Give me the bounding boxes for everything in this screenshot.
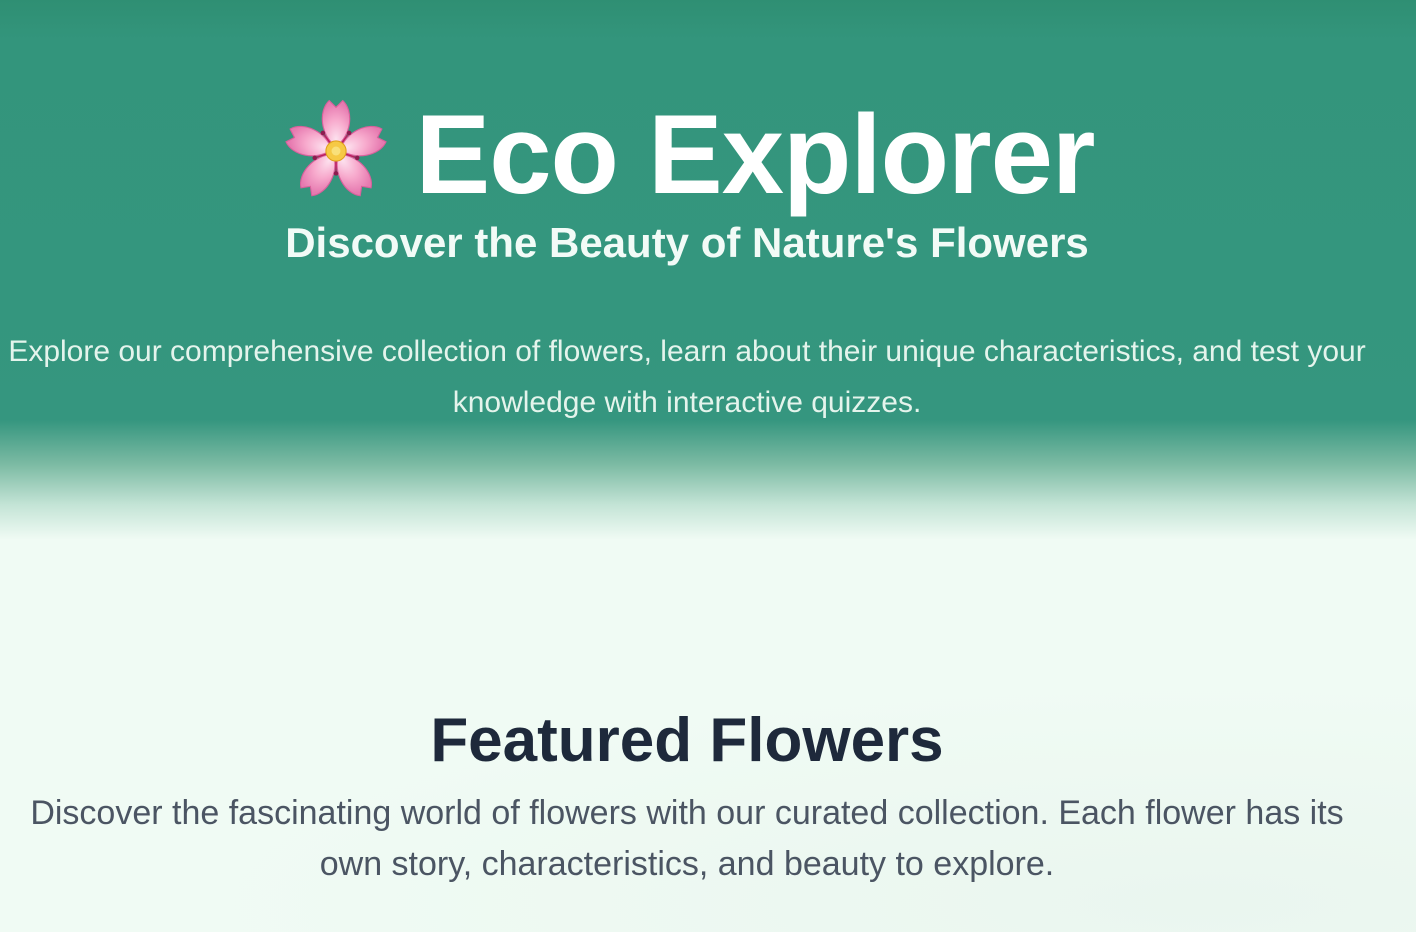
- featured-flowers-section: Featured Flowers Discover the fascinatin…: [0, 640, 1416, 932]
- section-title: Featured Flowers: [430, 706, 944, 776]
- hero-section: Eco Explorer Discover the Beauty of Natu…: [0, 0, 1416, 540]
- cherry-blossom-icon: [280, 95, 392, 207]
- page-title-text: Eco Explorer: [415, 92, 1096, 218]
- hero-subtitle: Discover the Beauty of Nature's Flowers: [285, 218, 1089, 266]
- page-title: Eco Explorer: [0, 95, 1374, 215]
- hero-description: Explore our comprehensive collection of …: [8, 335, 1366, 419]
- section-description: Discover the fascinating world of flower…: [30, 794, 1344, 883]
